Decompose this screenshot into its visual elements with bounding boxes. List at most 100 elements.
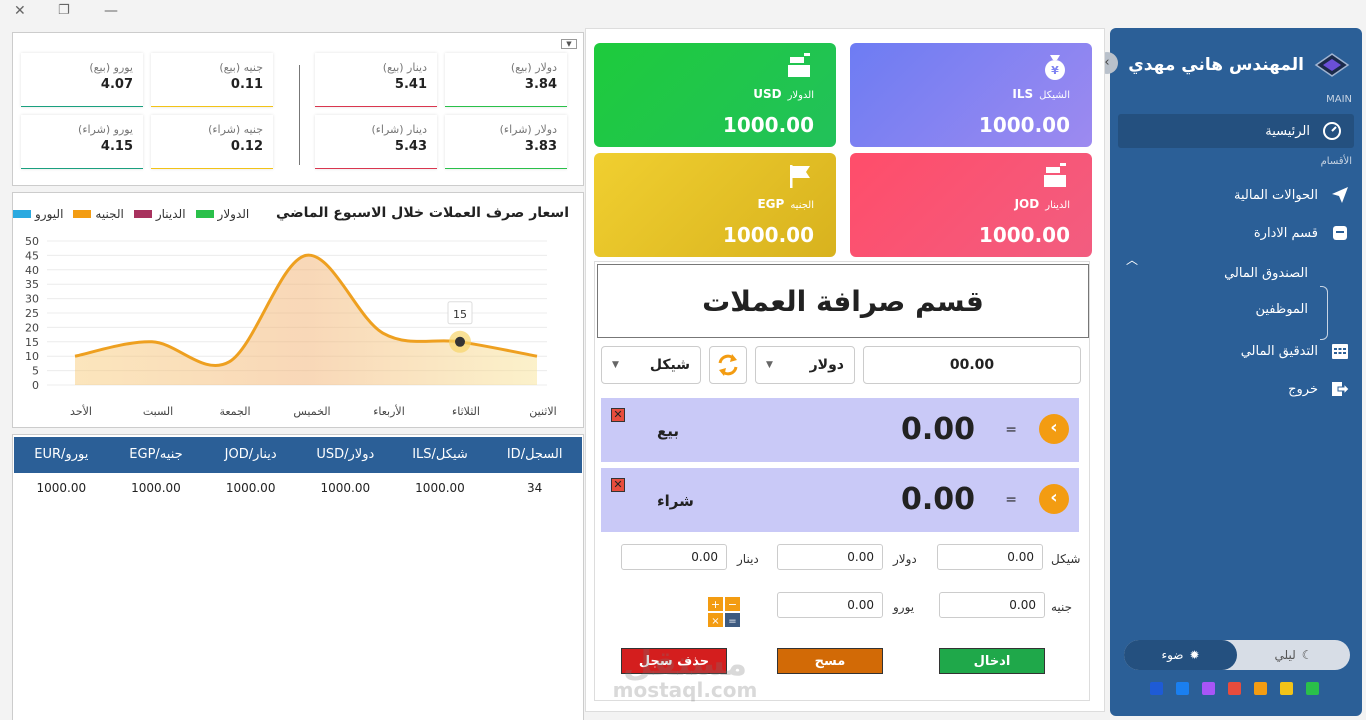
color-swatch-0[interactable] [1306,682,1319,695]
rate-label: دولار (بيع) [510,61,557,74]
euro-input[interactable]: 0.00 [777,592,883,618]
legend-swatch [195,210,214,218]
theme-night-option[interactable]: ☾ ليلي [1237,640,1350,670]
x-tick-label: السبت [143,405,173,418]
cash-register-icon [788,53,810,77]
brand-name: المهندس هاني مهدي [1128,55,1304,75]
dollar-input[interactable]: 0.00 [777,544,883,570]
color-swatch-2[interactable] [1254,682,1267,695]
y-tick-label: 35 [25,278,39,291]
shekel-label: شيكل [1051,552,1081,566]
buy-value: 0.00 [900,482,975,517]
legend-item[interactable]: الدينار [133,207,186,221]
money-bag-icon: ¥ [1045,55,1065,80]
dinar-input[interactable]: 0.00 [621,544,727,570]
rate-label: دينار (بيع) [382,61,427,74]
table-cell: 34 [527,481,543,495]
legend-item[interactable]: الجنيه [73,207,124,221]
rate-underline [315,167,437,169]
delete-record-button[interactable]: حذف سجل [621,648,727,674]
calendar-icon [1330,341,1350,361]
amount-input[interactable]: 00.00 [863,346,1081,384]
card-egp-name: الجنيه [790,200,814,211]
theme-light-option[interactable]: ✹ ضوء [1124,640,1237,670]
enter-button[interactable]: ادخال [939,648,1045,674]
from-currency-select[interactable]: ▼ دولار [755,346,855,384]
buy-label: شراء [657,492,694,510]
rate-dollar-sell: دولار (بيع) 3.84 [445,53,567,107]
card-jod-name: الدينار [1045,200,1070,211]
column-header[interactable]: شيكل/ILS [393,437,488,473]
moon-icon: ☾ [1301,648,1313,662]
nav-item-home[interactable]: الرئيسية [1118,114,1354,148]
nav-item-admin[interactable]: قسم الادارة [1117,216,1362,250]
rate-label: دينار (شراء) [371,123,427,136]
table-cell: 1000.00 [131,481,181,495]
exchange-title: قسم صرافة العملات [597,264,1089,338]
color-swatch-1[interactable] [1280,682,1293,695]
shekel-input[interactable]: 0.00 [937,544,1043,570]
x-tick-label: الأربعاء [373,404,405,418]
nav-item-logout[interactable]: خروج [1117,372,1362,406]
rates-chart: اسعار صرف العملات خلال الاسبوع الماضي ال… [12,192,584,428]
x-tick-label: الأحد [70,404,92,418]
table-row[interactable]: 34 1000.00 1000.00 1000.00 1000.00 1000.00 [14,481,582,495]
calculator-icon[interactable]: + − × = [708,597,740,627]
sell-go-button[interactable]: ‹ [1039,414,1069,444]
chevron-down-icon: ▼ [612,360,619,370]
nav-item-transfers[interactable]: الحوالات المالية [1117,178,1362,212]
paper-plane-icon [1330,185,1350,205]
color-swatch-3[interactable] [1228,682,1241,695]
sub-item-fund[interactable]: الصندوق المالي [1224,266,1308,281]
rate-label: جنيه (بيع) [219,61,263,74]
card-ils-name: الشيكل [1039,90,1070,101]
swap-currencies-button[interactable] [709,346,747,384]
rate-underline [445,167,567,169]
y-tick-label: 30 [25,293,39,306]
color-swatch-5[interactable] [1176,682,1189,695]
y-tick-label: 0 [32,379,39,392]
rate-value: 5.41 [394,77,427,92]
pound-input[interactable]: 0.00 [939,592,1045,618]
buy-go-button[interactable]: ‹ [1039,484,1069,514]
theme-toggle[interactable]: ☾ ليلي ✹ ضوء [1124,640,1350,670]
dropdown-arrow-icon[interactable]: ▼ [561,39,577,49]
close-icon[interactable]: ✕ [14,3,26,19]
legend-swatch [73,210,92,218]
close-icon[interactable]: ✕ [611,408,625,422]
window-controls: ✕ ❐ — [0,0,140,24]
minimize-icon[interactable]: — [104,3,118,19]
card-ils-value: 1000.00 [978,113,1070,137]
rate-underline [21,105,143,107]
chart-legend: الدولار الدينار الجنيه اليورو [13,207,249,221]
y-tick-label: 20 [25,321,39,334]
column-header[interactable]: دينار/JOD [203,437,298,473]
rate-underline [445,105,567,107]
card-usd-value: 1000.00 [722,113,814,137]
restore-icon[interactable]: ❐ [58,3,70,18]
nav-item-audit[interactable]: التدقيق المالي [1117,334,1362,368]
clear-button[interactable]: مسح [777,648,883,674]
to-currency-select[interactable]: ▼ شيكل [601,346,701,384]
svg-text:−: − [728,598,737,611]
column-header[interactable]: السجل/ID [487,437,582,473]
close-icon[interactable]: ✕ [611,478,625,492]
legend-item[interactable]: اليورو [13,207,63,221]
color-swatch-4[interactable] [1202,682,1215,695]
color-swatch-6[interactable] [1150,682,1163,695]
to-currency-value: شيكل [649,357,690,373]
rate-value: 0.12 [230,139,263,154]
rate-value: 4.15 [100,139,133,154]
column-header[interactable]: دولار/USD [298,437,393,473]
rate-label: يورو (شراء) [78,123,133,136]
x-tick-label: الجمعة [219,405,250,418]
rate-dinar-sell: دينار (بيع) 5.41 [315,53,437,107]
chevron-up-icon[interactable]: ︿ [1126,251,1138,268]
theme-light-label: ضوء [1161,648,1184,662]
column-header[interactable]: يورو/EUR [14,437,109,473]
legend-item[interactable]: الدولار [195,207,249,221]
column-header[interactable]: جنيه/EGP [109,437,204,473]
sub-item-employees[interactable]: الموظفين [1255,302,1308,317]
brand-logo-icon [1314,53,1350,77]
theme-night-label: ليلي [1274,648,1296,662]
